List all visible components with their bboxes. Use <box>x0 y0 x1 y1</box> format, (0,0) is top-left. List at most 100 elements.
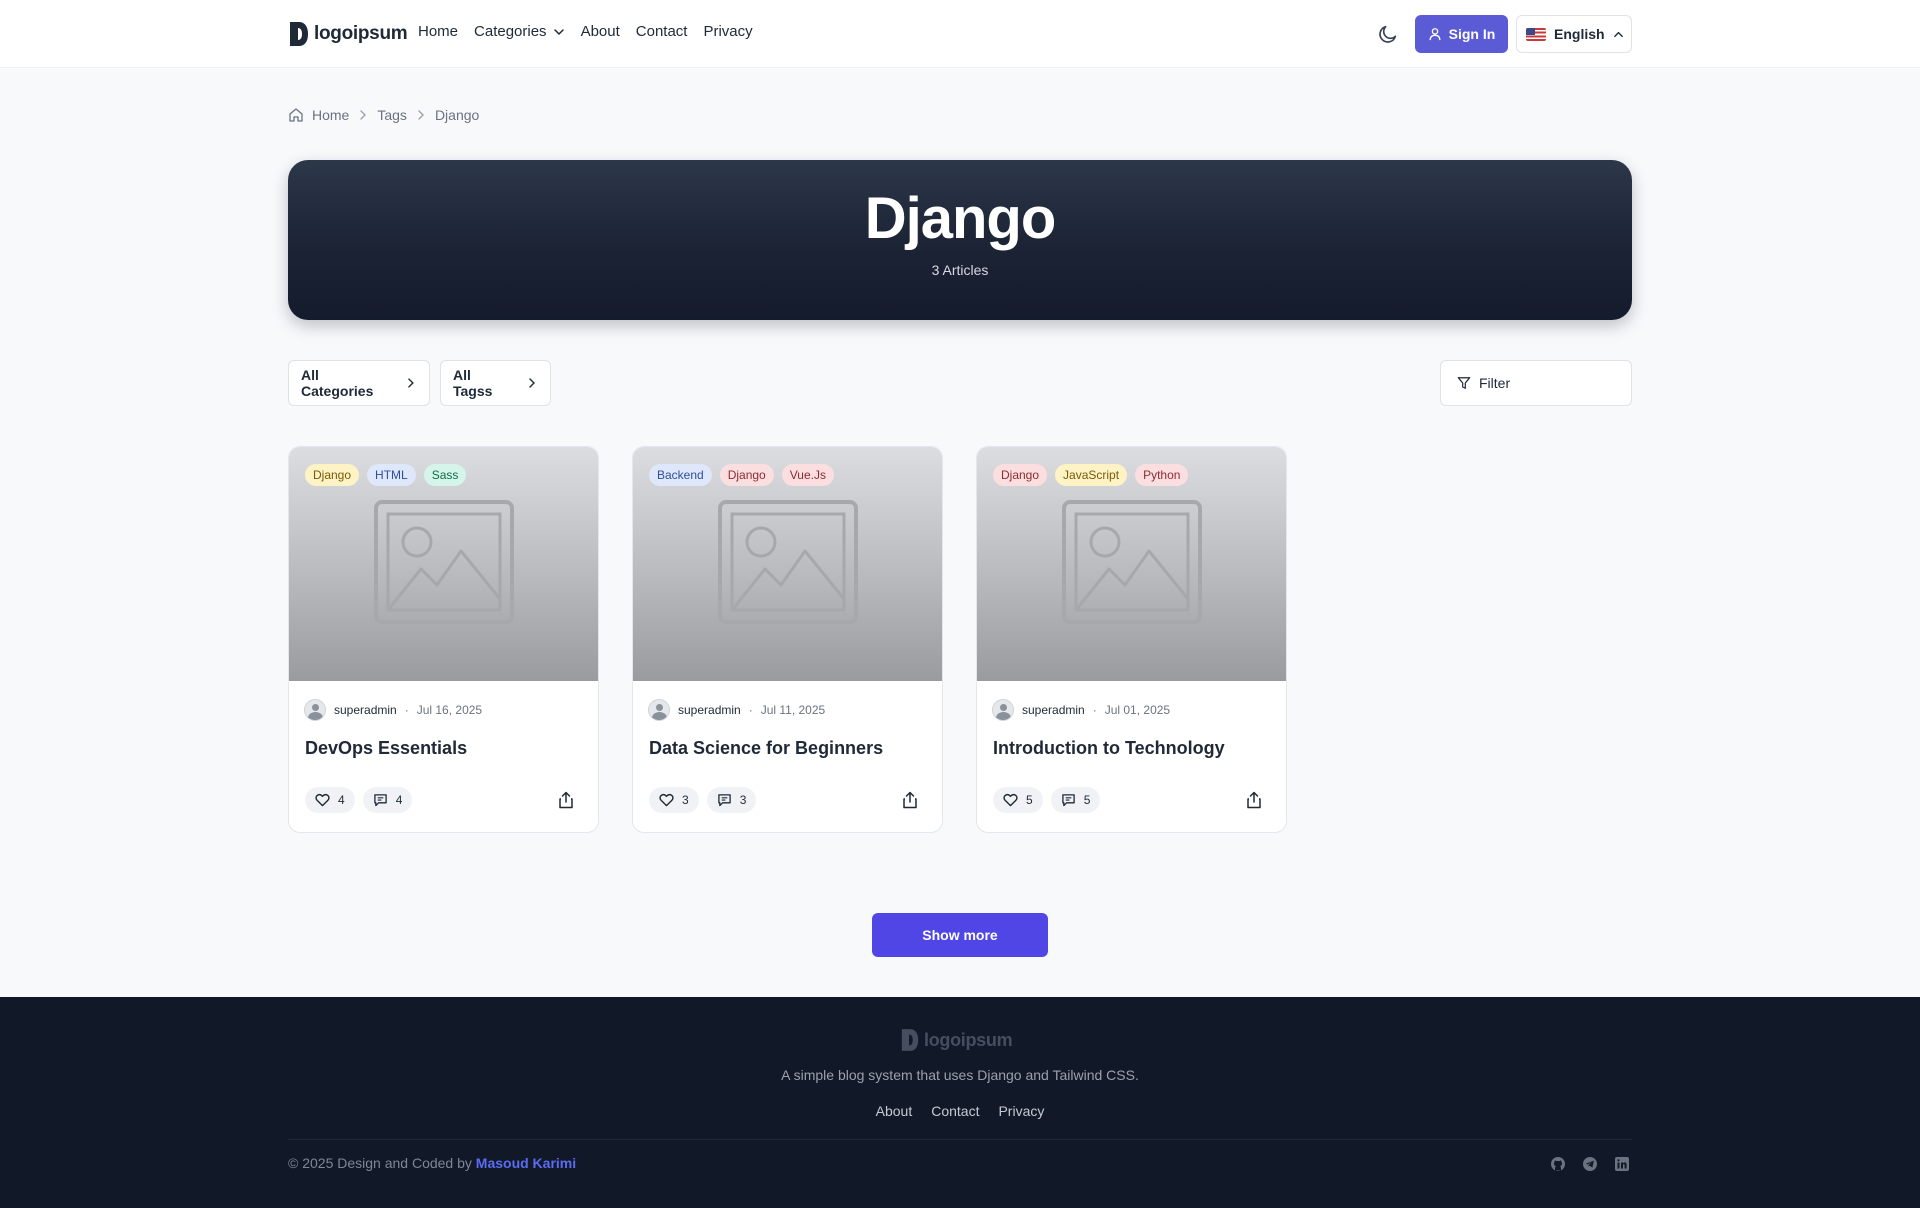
tag-badge[interactable]: JavaScript <box>1055 464 1128 486</box>
breadcrumb-home[interactable]: Home <box>312 107 349 123</box>
publish-date: Jul 16, 2025 <box>416 703 483 717</box>
tag-badge[interactable]: Django <box>993 464 1048 486</box>
social-links <box>1550 1156 1630 1172</box>
nav-home[interactable]: Home <box>418 23 458 40</box>
home-icon <box>289 108 303 122</box>
article-card[interactable]: Backend Django Vue.Js superadmin · Jul 11, 20… <box>632 446 943 833</box>
avatar <box>304 699 326 721</box>
chevron-down-icon <box>553 28 564 35</box>
footer-link-contact[interactable]: Contact <box>931 1103 979 1119</box>
chevron-right-icon <box>418 110 424 120</box>
like-button[interactable]: 3 <box>649 787 699 813</box>
tags-dropdown[interactable]: All Tagss <box>440 360 551 406</box>
chevron-right-icon <box>529 378 535 388</box>
telegram-icon[interactable] <box>1582 1156 1598 1172</box>
comment-count: 4 <box>395 793 403 807</box>
article-card[interactable]: Django JavaScript Python superadmin · Jul 01,… <box>976 446 1287 833</box>
article-count: 3 Articles <box>931 262 989 278</box>
engagement-stats: 44 <box>305 787 413 813</box>
meta-separator: · <box>404 703 409 717</box>
tag-list: Django HTML Sass <box>305 464 467 486</box>
comment-icon <box>373 794 387 807</box>
author-link[interactable]: Masoud Karimi <box>476 1155 576 1171</box>
heart-icon <box>659 794 674 807</box>
tag-badge[interactable]: Django <box>305 464 360 486</box>
like-count: 4 <box>338 793 345 807</box>
article-title[interactable]: DevOps Essentials <box>305 738 467 759</box>
publish-date: Jul 01, 2025 <box>1104 703 1171 717</box>
footer-link-privacy[interactable]: Privacy <box>998 1103 1044 1119</box>
github-icon[interactable] <box>1550 1156 1566 1172</box>
breadcrumb: Home Tags Django <box>288 107 479 123</box>
sign-in-button[interactable]: Sign In <box>1415 15 1508 53</box>
tag-badge[interactable]: Python <box>1135 464 1189 486</box>
article-title[interactable]: Introduction to Technology <box>993 738 1225 759</box>
tag-list: Django JavaScript Python <box>993 464 1189 486</box>
filter-button[interactable]: Filter <box>1440 360 1632 406</box>
comment-button[interactable]: 4 <box>362 787 413 813</box>
comment-icon <box>1061 794 1075 807</box>
nav-about[interactable]: About <box>581 23 620 40</box>
tag-badge[interactable]: Django <box>719 464 774 486</box>
heart-icon <box>315 794 330 807</box>
copyright-text: © 2025 Design and Coded by <box>288 1155 472 1171</box>
chevron-right-icon <box>360 110 367 120</box>
tag-list: Backend Django Vue.Js <box>649 464 834 486</box>
author-name[interactable]: superadmin <box>678 703 741 717</box>
share-icon[interactable] <box>558 791 574 809</box>
language-selector[interactable]: English <box>1516 15 1632 53</box>
tag-badge[interactable]: Backend <box>649 464 712 486</box>
tag-badge[interactable]: Vue.Js <box>781 464 834 486</box>
article-image[interactable]: Django JavaScript Python <box>977 447 1286 681</box>
linkedin-icon[interactable] <box>1614 1156 1630 1172</box>
comment-icon <box>717 794 731 807</box>
article-card[interactable]: Django HTML Sass superadmin · Jul 16, 2025 Dev… <box>288 446 599 833</box>
meta-separator: · <box>1092 703 1097 717</box>
like-button[interactable]: 5 <box>993 787 1043 813</box>
nav-contact[interactable]: Contact <box>636 23 688 40</box>
footer-logo[interactable]: logoipsum <box>900 1028 1013 1052</box>
heart-icon <box>1003 794 1018 807</box>
engagement-stats: 55 <box>993 787 1101 813</box>
article-meta: superadmin · Jul 11, 2025 <box>648 699 825 721</box>
comment-button[interactable]: 5 <box>1050 787 1101 813</box>
categories-dropdown-label: All Categories <box>301 367 374 399</box>
like-count: 3 <box>682 793 689 807</box>
footer-links: About Contact Privacy <box>0 1103 1920 1119</box>
breadcrumb-tags[interactable]: Tags <box>377 107 407 123</box>
nav-categories[interactable]: Categories <box>474 23 565 40</box>
tags-dropdown-label: All Tagss <box>453 367 493 399</box>
share-icon[interactable] <box>902 791 918 809</box>
site-logo[interactable]: logoipsum <box>288 20 408 48</box>
like-button[interactable]: 4 <box>305 787 355 813</box>
article-image[interactable]: Backend Django Vue.Js <box>633 447 942 681</box>
footer-logo-text: logoipsum <box>924 1029 1013 1050</box>
filter-icon <box>1457 377 1471 389</box>
tag-hero-banner: Django 3 Articles <box>288 160 1632 320</box>
article-title[interactable]: Data Science for Beginners <box>649 738 883 759</box>
tag-badge[interactable]: Sass <box>423 464 467 486</box>
filter-label: Filter <box>1479 375 1511 391</box>
main-nav: Home Categories About Contact Privacy <box>418 23 753 40</box>
tag-badge[interactable]: HTML <box>367 464 416 486</box>
article-image[interactable]: Django HTML Sass <box>289 447 598 681</box>
copyright: © 2025 Design and Coded by Masoud Karimi <box>288 1155 576 1171</box>
avatar <box>992 699 1014 721</box>
logo-text: logoipsum <box>314 23 408 44</box>
like-count: 5 <box>1026 793 1033 807</box>
theme-toggle-button[interactable] <box>1374 20 1402 48</box>
show-more-button[interactable]: Show more <box>872 913 1048 957</box>
share-icon[interactable] <box>1246 791 1262 809</box>
author-name[interactable]: superadmin <box>334 703 397 717</box>
page-title: Django <box>864 186 1057 251</box>
footer-link-about[interactable]: About <box>876 1103 913 1119</box>
footer-tagline: A simple blog system that uses Django an… <box>781 1067 1139 1083</box>
sign-in-label: Sign In <box>1448 26 1496 42</box>
logo-mark-icon <box>901 1029 919 1051</box>
image-placeholder-icon <box>374 500 514 624</box>
nav-privacy[interactable]: Privacy <box>703 23 752 40</box>
moon-icon <box>1379 25 1397 43</box>
comment-button[interactable]: 3 <box>706 787 757 813</box>
categories-dropdown[interactable]: All Categories <box>288 360 430 406</box>
author-name[interactable]: superadmin <box>1022 703 1085 717</box>
